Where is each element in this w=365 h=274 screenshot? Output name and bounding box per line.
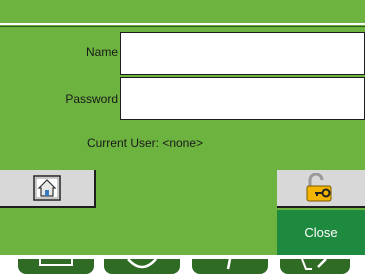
password-input[interactable] [120,77,365,120]
unlock-key-icon [306,173,332,202]
bottom-nav-tab-2[interactable] [104,259,180,274]
home-icon [33,175,61,201]
nav-icon-1 [39,259,73,266]
password-label: Password [65,92,118,106]
login-lock-button[interactable] [277,170,365,208]
nav-icon-4 [301,259,327,270]
login-panel: Name Password Current User: <none> Close [0,0,365,274]
nav-icon-2 [127,259,157,269]
name-input[interactable] [120,32,365,75]
bottom-nav-tab-1[interactable] [18,259,94,274]
nav-icon-3 [226,259,232,270]
bottom-nav-tab-4[interactable] [280,259,350,274]
close-button[interactable]: Close [277,210,365,255]
top-divider-shadow [0,26,365,27]
home-button[interactable] [0,170,96,208]
current-user-text: Current User: <none> [86,136,204,150]
top-divider [0,23,365,25]
name-label: Name [85,45,118,59]
bottom-nav-tab-3[interactable] [192,259,268,274]
